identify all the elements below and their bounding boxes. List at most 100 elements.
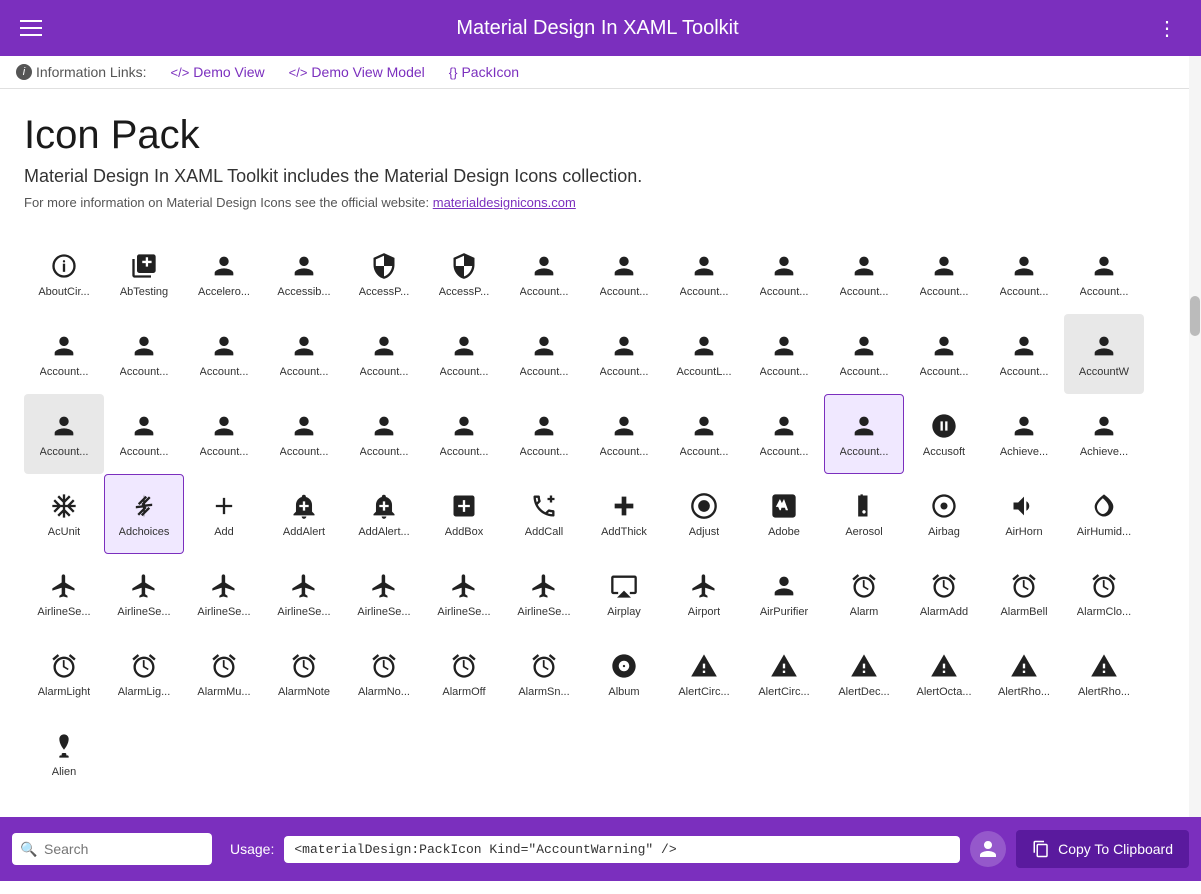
icon-cell-airlinese7[interactable]: AirlineSe... (504, 554, 584, 634)
icon-cell-adjust[interactable]: Adjust (664, 474, 744, 554)
icon-cell-account18[interactable]: Account... (824, 314, 904, 394)
icon-cell-airhumid[interactable]: AirHumid... (1064, 474, 1144, 554)
icon-cell-airlinese1[interactable]: AirlineSe... (24, 554, 104, 634)
icon-cell-addbox[interactable]: AddBox (424, 474, 504, 554)
menu-button[interactable] (16, 16, 46, 40)
copy-to-clipboard-button[interactable]: Copy To Clipboard (1016, 830, 1189, 868)
icon-cell-alertrho1[interactable]: AlertRho... (984, 634, 1064, 714)
icon-cell-account30[interactable]: Account... (664, 394, 744, 474)
icon-cell-account14[interactable]: Account... (424, 314, 504, 394)
icon-cell-addalert[interactable]: AddAlert (264, 474, 344, 554)
icon-cell-account9[interactable]: Account... (24, 314, 104, 394)
icon-cell-airbag[interactable]: Airbag (904, 474, 984, 554)
icon-cell-adobe[interactable]: Adobe (744, 474, 824, 554)
icon-cell-airplay[interactable]: Airplay (584, 554, 664, 634)
icon-cell-account11[interactable]: Account... (184, 314, 264, 394)
icon-cell-airlinese6[interactable]: AirlineSe... (424, 554, 504, 634)
icon-cell-alarmno2[interactable]: AlarmNo... (344, 634, 424, 714)
icon-cell-airlinese3[interactable]: AirlineSe... (184, 554, 264, 634)
icon-cell-account19[interactable]: Account... (904, 314, 984, 394)
icon-cell-accessp1[interactable]: AccessP... (344, 234, 424, 314)
icon-cell-accessib[interactable]: Accessib... (264, 234, 344, 314)
icon-cell-airpurifier[interactable]: AirPurifier (744, 554, 824, 634)
icon-cell-account6[interactable]: Account... (904, 234, 984, 314)
icon-cell-account29[interactable]: Account... (584, 394, 664, 474)
icon-cell-adchoices[interactable]: Adchoices (104, 474, 184, 554)
scrollbar-thumb[interactable] (1190, 296, 1200, 336)
icon-cell-account31[interactable]: Account... (744, 394, 824, 474)
icon-cell-aerosol[interactable]: Aerosol (824, 474, 904, 554)
icon-cell-account27[interactable]: Account... (424, 394, 504, 474)
icon-cell-addalert2[interactable]: AddAlert... (344, 474, 424, 554)
icon-cell-alertrho2[interactable]: AlertRho... (1064, 634, 1144, 714)
icon-cell-account15[interactable]: Account... (504, 314, 584, 394)
icon-cell-account32[interactable]: Account... (824, 394, 904, 474)
icon-cell-account8[interactable]: Account... (1064, 234, 1144, 314)
icon-cell-alertcirc2[interactable]: AlertCirc... (744, 634, 824, 714)
icon-cell-alarmnote[interactable]: AlarmNote (264, 634, 344, 714)
icon-cell-account22[interactable]: Account... (24, 394, 104, 474)
icon-cell-account12[interactable]: Account... (264, 314, 344, 394)
icon-cell-airport[interactable]: Airport (664, 554, 744, 634)
icon-cell-account25[interactable]: Account... (264, 394, 344, 474)
icon-cell-airlinese4[interactable]: AirlineSe... (264, 554, 344, 634)
icon-cell-account26[interactable]: Account... (344, 394, 424, 474)
icon-cell-account28[interactable]: Account... (504, 394, 584, 474)
icon-cell-account17[interactable]: Account... (744, 314, 824, 394)
icon-cell-accessp2[interactable]: AccessP... (424, 234, 504, 314)
icon-label-aboutcir: AboutCir... (38, 286, 89, 298)
icon-cell-account1[interactable]: Account... (504, 234, 584, 314)
icon-cell-alertocta[interactable]: AlertOcta... (904, 634, 984, 714)
icon-cell-account13[interactable]: Account... (344, 314, 424, 394)
icon-cell-addcall[interactable]: AddCall (504, 474, 584, 554)
icon-cell-alertdec[interactable]: AlertDec... (824, 634, 904, 714)
icon-cell-account4[interactable]: Account... (744, 234, 824, 314)
icon-cell-account23[interactable]: Account... (104, 394, 184, 474)
icon-label-alertocta: AlertOcta... (916, 686, 971, 698)
icon-cell-account16[interactable]: Account... (584, 314, 664, 394)
icon-cell-account21[interactable]: AccountW (1064, 314, 1144, 394)
icon-cell-acunit[interactable]: AcUnit (24, 474, 104, 554)
icon-cell-alarmmu[interactable]: AlarmMu... (184, 634, 264, 714)
icon-cell-account7[interactable]: Account... (984, 234, 1064, 314)
search-input[interactable] (12, 833, 212, 865)
icon-cell-alarmlig2[interactable]: AlarmLig... (104, 634, 184, 714)
more-options-button[interactable]: ⋮ (1149, 8, 1185, 49)
demo-view-link[interactable]: </> Demo View (171, 64, 265, 80)
icon-cell-airlinese5[interactable]: AirlineSe... (344, 554, 424, 634)
scrollbar-track[interactable] (1189, 56, 1201, 837)
icon-cell-alarmsn[interactable]: AlarmSn... (504, 634, 584, 714)
icon-cell-account3[interactable]: Account... (664, 234, 744, 314)
icon-cell-alertcirc1[interactable]: AlertCirc... (664, 634, 744, 714)
icon-cell-alarmoff[interactable]: AlarmOff (424, 634, 504, 714)
icon-cell-account2[interactable]: Account... (584, 234, 664, 314)
icon-cell-accelero[interactable]: Accelero... (184, 234, 264, 314)
icon-cell-accusoft[interactable]: Accusoft (904, 394, 984, 474)
icon-cell-alarm[interactable]: Alarm (824, 554, 904, 634)
icon-cell-alien[interactable]: Alien (24, 714, 104, 794)
icon-cell-addthick[interactable]: AddThick (584, 474, 664, 554)
icon-cell-airlinese2[interactable]: AirlineSe... (104, 554, 184, 634)
account-icon-button[interactable] (970, 831, 1006, 867)
icon-cell-alarmclo[interactable]: AlarmClo... (1064, 554, 1144, 634)
pack-icon-link[interactable]: {} PackIcon (449, 64, 519, 80)
icon-cell-achieve1[interactable]: Achieve... (984, 394, 1064, 474)
icon-cell-aboutcir[interactable]: AboutCir... (24, 234, 104, 314)
icon-cell-add[interactable]: Add (184, 474, 264, 554)
demo-view-model-link[interactable]: </> Demo View Model (289, 64, 425, 80)
icon-cell-account20[interactable]: Account... (984, 314, 1064, 394)
icon-cell-achieve2[interactable]: Achieve... (1064, 394, 1144, 474)
icon-cell-album[interactable]: Album (584, 634, 664, 714)
icon-cell-alarmadd[interactable]: AlarmAdd (904, 554, 984, 634)
icon-cell-account5[interactable]: Account... (824, 234, 904, 314)
icon-cell-abtesting[interactable]: AbTesting (104, 234, 184, 314)
icon-cell-airhorn[interactable]: AirHorn (984, 474, 1064, 554)
usage-code: <materialDesign:PackIcon Kind="AccountWa… (284, 836, 960, 863)
icon-cell-alarmbell[interactable]: AlarmBell (984, 554, 1064, 634)
icon-label-aerosol: Aerosol (845, 526, 882, 538)
icon-cell-account10[interactable]: Account... (104, 314, 184, 394)
icon-cell-alarmlight[interactable]: AlarmLight (24, 634, 104, 714)
material-design-icons-link[interactable]: materialdesignicons.com (433, 195, 576, 210)
icon-cell-account24[interactable]: Account... (184, 394, 264, 474)
icon-cell-accountl[interactable]: AccountL... (664, 314, 744, 394)
